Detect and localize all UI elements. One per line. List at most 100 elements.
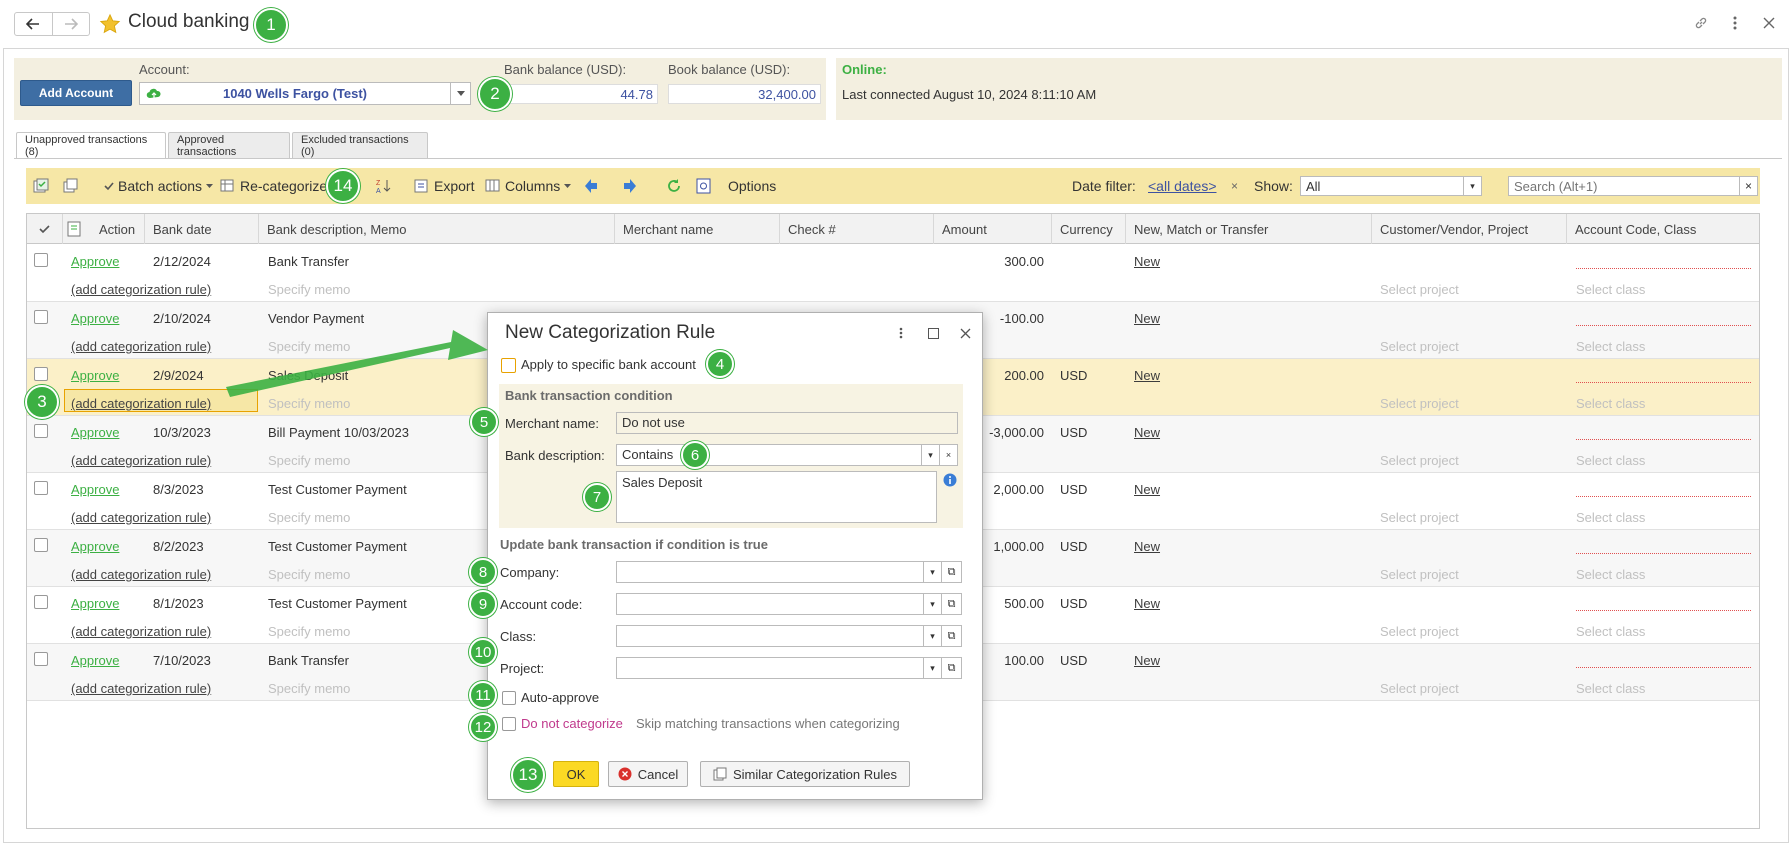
tab-unapproved[interactable]: Unapproved transactions (8) — [16, 132, 166, 159]
project-select[interactable]: ▾ ⧉ — [616, 657, 962, 679]
header-account-class[interactable]: Account Code, Class — [1567, 214, 1759, 244]
class-placeholder[interactable]: Select class — [1576, 510, 1645, 525]
maximize-icon[interactable] — [925, 325, 941, 341]
clear-icon[interactable]: × — [939, 445, 957, 465]
memo-placeholder[interactable]: Specify memo — [268, 681, 350, 696]
recategorize-button[interactable]: Re-categorize — [220, 177, 327, 195]
approve-link[interactable]: Approve — [71, 482, 119, 497]
account-code-field[interactable] — [1576, 610, 1751, 611]
options-button[interactable]: Options — [696, 177, 776, 195]
header-amount[interactable]: Amount — [934, 214, 1052, 244]
memo-placeholder[interactable]: Specify memo — [268, 624, 350, 639]
columns-button[interactable]: Columns — [485, 177, 572, 195]
row-checkbox[interactable] — [34, 652, 48, 666]
new-match-link[interactable]: New — [1134, 653, 1160, 668]
date-filter-link[interactable]: <all dates> — [1148, 177, 1217, 195]
more-vertical-icon[interactable] — [893, 325, 909, 341]
add-rule-link[interactable]: (add categorization rule) — [71, 510, 211, 525]
open-icon[interactable]: ⧉ — [941, 562, 961, 582]
header-action[interactable]: Action — [63, 214, 145, 244]
account-code-field[interactable] — [1576, 553, 1751, 554]
project-placeholder[interactable]: Select project — [1380, 282, 1459, 297]
open-icon[interactable]: ⧉ — [941, 594, 961, 614]
memo-placeholder[interactable]: Specify memo — [268, 453, 350, 468]
account-code-field[interactable] — [1576, 382, 1751, 383]
new-match-link[interactable]: New — [1134, 368, 1160, 383]
new-match-link[interactable]: New — [1134, 482, 1160, 497]
auto-approve-checkbox[interactable] — [502, 691, 516, 705]
account-select[interactable]: 1040 Wells Fargo (Test) — [139, 82, 471, 105]
back-button[interactable] — [15, 13, 52, 35]
class-select[interactable]: ▾ ⧉ — [616, 625, 962, 647]
search-input[interactable] — [1509, 177, 1739, 195]
company-select[interactable]: ▾ ⧉ — [616, 561, 962, 583]
approve-link[interactable]: Approve — [71, 596, 119, 611]
open-icon[interactable]: ⧉ — [941, 626, 961, 646]
memo-placeholder[interactable]: Specify memo — [268, 282, 350, 297]
bank-desc-text[interactable]: Sales Deposit — [616, 471, 937, 523]
row-checkbox[interactable] — [34, 481, 48, 495]
project-placeholder[interactable]: Select project — [1380, 510, 1459, 525]
merchant-field[interactable]: Do not use — [616, 412, 958, 434]
chevron-down-icon[interactable]: ▾ — [923, 562, 941, 582]
header-match[interactable]: New, Match or Transfer — [1126, 214, 1372, 244]
more-vertical-icon[interactable] — [1726, 14, 1744, 32]
similar-rules-button[interactable]: Similar Categorization Rules — [700, 761, 910, 787]
class-placeholder[interactable]: Select class — [1576, 453, 1645, 468]
header-currency[interactable]: Currency — [1052, 214, 1126, 244]
new-match-link[interactable]: New — [1134, 254, 1160, 269]
next-button[interactable] — [623, 177, 637, 195]
class-placeholder[interactable]: Select class — [1576, 681, 1645, 696]
memo-placeholder[interactable]: Specify memo — [268, 339, 350, 354]
info-icon[interactable] — [943, 473, 957, 487]
previous-button[interactable] — [584, 177, 598, 195]
new-match-link[interactable]: New — [1134, 311, 1160, 326]
header-bank-date[interactable]: Bank date — [145, 214, 259, 244]
chevron-down-icon[interactable]: ▾ — [923, 594, 941, 614]
header-bank-description[interactable]: Bank description, Memo — [259, 214, 615, 244]
class-placeholder[interactable]: Select class — [1576, 624, 1645, 639]
project-placeholder[interactable]: Select project — [1380, 624, 1459, 639]
apply-specific-account-checkbox[interactable] — [501, 358, 516, 373]
row-checkbox[interactable] — [34, 538, 48, 552]
tab-excluded[interactable]: Excluded transactions (0) — [292, 132, 428, 158]
new-match-link[interactable]: New — [1134, 539, 1160, 554]
project-placeholder[interactable]: Select project — [1380, 681, 1459, 696]
class-placeholder[interactable]: Select class — [1576, 567, 1645, 582]
export-button[interactable]: Export — [414, 177, 474, 195]
tab-approved[interactable]: Approved transactions — [168, 132, 290, 158]
approve-link[interactable]: Approve — [71, 311, 119, 326]
select-all-button[interactable] — [33, 177, 49, 195]
chevron-down-icon[interactable]: ▾ — [1463, 177, 1481, 195]
account-code-field[interactable] — [1576, 439, 1751, 440]
row-checkbox[interactable] — [34, 424, 48, 438]
class-placeholder[interactable]: Select class — [1576, 396, 1645, 411]
close-icon[interactable] — [957, 325, 973, 341]
add-account-button[interactable]: Add Account — [20, 80, 132, 106]
new-match-link[interactable]: New — [1134, 425, 1160, 440]
approve-link[interactable]: Approve — [71, 254, 119, 269]
add-rule-link[interactable]: (add categorization rule) — [71, 453, 211, 468]
header-select-all[interactable] — [27, 214, 63, 244]
add-rule-link[interactable]: (add categorization rule) — [71, 396, 211, 411]
refresh-button[interactable] — [667, 177, 681, 195]
project-placeholder[interactable]: Select project — [1380, 453, 1459, 468]
link-icon[interactable] — [1692, 14, 1710, 32]
do-not-categorize-checkbox[interactable] — [502, 717, 516, 731]
class-placeholder[interactable]: Select class — [1576, 282, 1645, 297]
star-icon[interactable] — [99, 13, 121, 35]
class-placeholder[interactable]: Select class — [1576, 339, 1645, 354]
add-rule-link[interactable]: (add categorization rule) — [71, 681, 211, 696]
approve-link[interactable]: Approve — [71, 425, 119, 440]
add-rule-link[interactable]: (add categorization rule) — [71, 339, 211, 354]
header-check-number[interactable]: Check # — [780, 214, 934, 244]
project-placeholder[interactable]: Select project — [1380, 567, 1459, 582]
account-code-select[interactable]: ▾ ⧉ — [616, 593, 962, 615]
chevron-down-icon[interactable] — [450, 83, 470, 104]
sort-button[interactable]: ZA — [376, 177, 392, 195]
new-match-link[interactable]: New — [1134, 596, 1160, 611]
memo-placeholder[interactable]: Specify memo — [268, 396, 350, 411]
approve-link[interactable]: Approve — [71, 368, 119, 383]
chevron-down-icon[interactable]: ▾ — [921, 445, 939, 465]
account-code-field[interactable] — [1576, 325, 1751, 326]
